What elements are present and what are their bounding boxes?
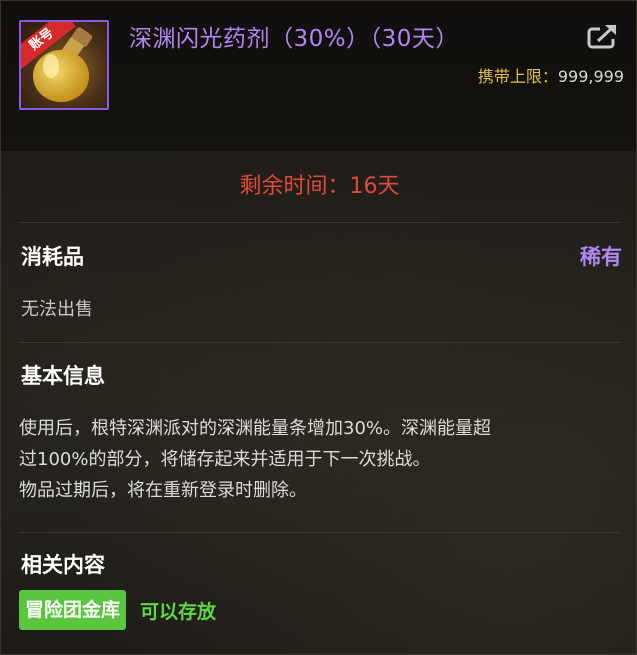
basic-info-heading: 基本信息 [21, 364, 105, 388]
item-header: 账号 深渊闪光药剂（30%）（30天） 携带上限：999,999 [1, 1, 636, 151]
description-line: 过100%的部分，将储存起来并适用于下一次挑战。 [19, 449, 431, 470]
item-rarity: 稀有 [580, 245, 622, 269]
item-tooltip: 账号 深渊闪光药剂（30%）（30天） 携带上限：999,999 剩余时间：16… [0, 0, 637, 655]
carry-limit: 携带上限：999,999 [478, 63, 624, 87]
storage-status: 可以存放 [140, 601, 217, 623]
item-title: 深渊闪光药剂（30%）（30天） [129, 26, 459, 52]
item-category: 消耗品 [21, 245, 84, 269]
potion-bottle-icon: 账号 [19, 20, 109, 110]
divider [19, 222, 620, 223]
trade-status: 无法出售 [21, 299, 93, 320]
storage-tag: 冒险团金库 [19, 590, 127, 630]
description-line: 物品过期后，将在重新登录时删除。 [19, 480, 307, 501]
remaining-time: 剩余时间：16天 [239, 174, 400, 199]
related-heading: 相关内容 [21, 553, 105, 577]
carry-limit-label: 携带上限： [477, 67, 558, 86]
share-icon[interactable] [586, 21, 620, 51]
description-line: 使用后，根特深渊派对的深渊能量条增加30%。深渊能量超 [19, 418, 492, 439]
divider [19, 342, 620, 343]
carry-limit-value: 999,999 [557, 67, 624, 86]
item-description: 使用后，根特深渊派对的深渊能量条增加30%。深渊能量超 过100%的部分，将储存… [19, 413, 619, 506]
divider [19, 532, 620, 533]
